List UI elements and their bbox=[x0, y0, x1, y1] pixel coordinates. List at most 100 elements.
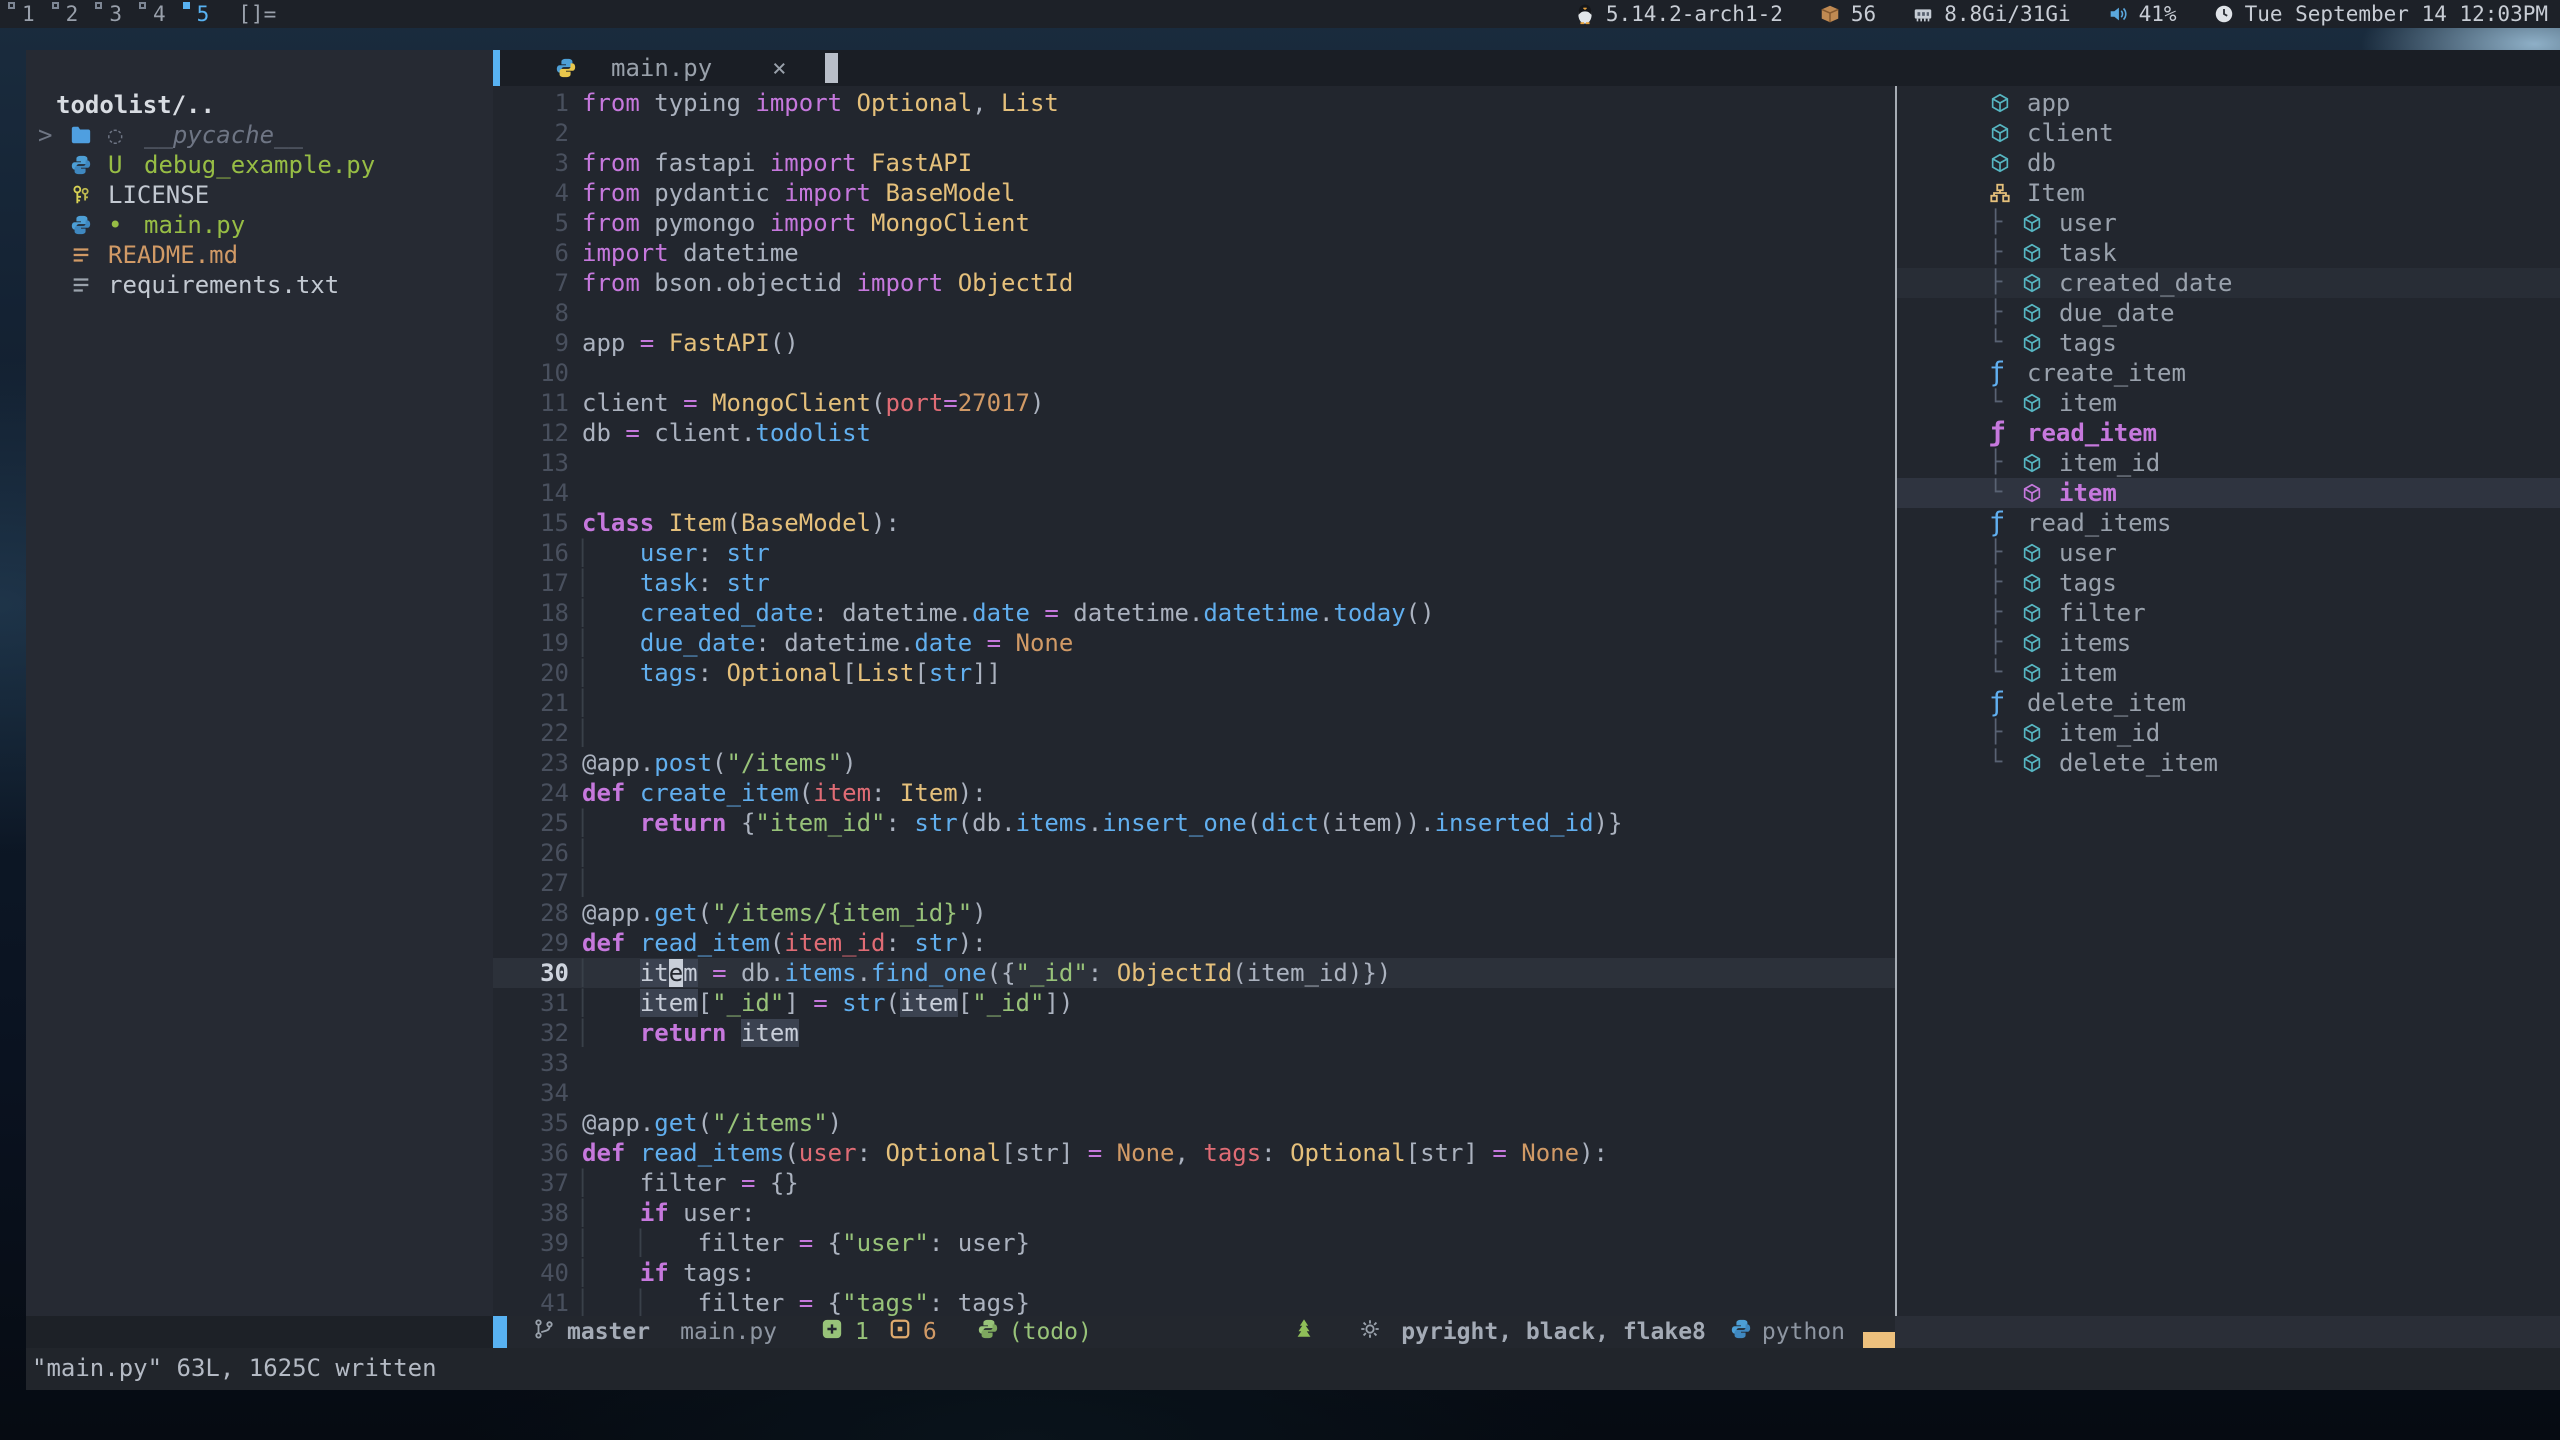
tree-expand-arrow[interactable]: > bbox=[38, 120, 70, 150]
variable-icon bbox=[1989, 152, 2027, 174]
code-line-19[interactable]: 19▏ due_date: datetime.date = None bbox=[493, 628, 1895, 658]
outline-symbol-tags[interactable]: ├tags bbox=[1897, 568, 2560, 598]
workspace-dot bbox=[8, 2, 15, 9]
outline-symbol-created_date[interactable]: ├created_date bbox=[1897, 268, 2560, 298]
code-line-18[interactable]: 18▏ created_date: datetime.date = dateti… bbox=[493, 598, 1895, 628]
variable-icon bbox=[2021, 212, 2059, 234]
tree-item-README.md[interactable]: README.md bbox=[26, 240, 493, 270]
outline-symbol-item[interactable]: └item bbox=[1897, 658, 2560, 688]
outline-symbol-client[interactable]: client bbox=[1897, 118, 2560, 148]
tab-close-icon[interactable]: × bbox=[772, 54, 786, 82]
line-number: 30 bbox=[493, 958, 569, 988]
folder-icon bbox=[70, 124, 108, 146]
outline-symbol-user[interactable]: ├user bbox=[1897, 208, 2560, 238]
code-line-2[interactable]: 2 bbox=[493, 118, 1895, 148]
code-line-14[interactable]: 14 bbox=[493, 478, 1895, 508]
code-line-9[interactable]: 9app = FastAPI() bbox=[493, 328, 1895, 358]
outline-symbol-delete_item[interactable]: ƒdelete_item bbox=[1897, 688, 2560, 718]
git-branch-name: master bbox=[567, 1319, 650, 1345]
code-line-23[interactable]: 23@app.post("/items") bbox=[493, 748, 1895, 778]
workspace-button-3[interactable]: 3 bbox=[91, 0, 135, 28]
lsp-gear-icon bbox=[1359, 1318, 1381, 1346]
outline-symbol-delete_item[interactable]: └delete_item bbox=[1897, 748, 2560, 778]
code-line-32[interactable]: 32▏ return item bbox=[493, 1018, 1895, 1048]
tree-item-__pycache__[interactable]: >◌__pycache__ bbox=[26, 120, 493, 150]
line-number: 29 bbox=[493, 928, 569, 958]
outline-symbol-read_items[interactable]: ƒread_items bbox=[1897, 508, 2560, 538]
tree-item-main.py[interactable]: •main.py bbox=[26, 210, 493, 240]
code-line-27[interactable]: 27▏ bbox=[493, 868, 1895, 898]
line-number: 25 bbox=[493, 808, 569, 838]
outline-symbol-due_date[interactable]: ├due_date bbox=[1897, 298, 2560, 328]
code-line-37[interactable]: 37▏ filter = {} bbox=[493, 1168, 1895, 1198]
tree-item-requirements.txt[interactable]: requirements.txt bbox=[26, 270, 493, 300]
code-line-30[interactable]: 30▏ item = db.items.find_one({"_id": Obj… bbox=[493, 958, 1895, 988]
code-line-34[interactable]: 34 bbox=[493, 1078, 1895, 1108]
code-line-17[interactable]: 17▏ task: str bbox=[493, 568, 1895, 598]
language-python-icon bbox=[1730, 1318, 1752, 1346]
outline-tree-guide: ├ bbox=[1989, 538, 2021, 568]
file-explorer-pane[interactable]: todolist/.. >◌__pycache__Udebug_example.… bbox=[26, 50, 493, 1316]
outline-symbol-filter[interactable]: ├filter bbox=[1897, 598, 2560, 628]
outline-symbol-task[interactable]: ├task bbox=[1897, 238, 2560, 268]
code-line-1[interactable]: 1from typing import Optional, List bbox=[493, 88, 1895, 118]
volume-icon bbox=[2107, 3, 2129, 25]
code-line-20[interactable]: 20▏ tags: Optional[List[str]] bbox=[493, 658, 1895, 688]
scroll-progress-block bbox=[1863, 1332, 1895, 1348]
code-line-12[interactable]: 12db = client.todolist bbox=[493, 418, 1895, 448]
vim-command-line: "main.py" 63L, 1625C written bbox=[26, 1348, 2560, 1390]
code-line-content: ▏ bbox=[569, 838, 596, 868]
code-line-5[interactable]: 5from pymongo import MongoClient bbox=[493, 208, 1895, 238]
code-line-3[interactable]: 3from fastapi import FastAPI bbox=[493, 148, 1895, 178]
workspace-button-5[interactable]: 5 bbox=[179, 0, 223, 28]
outline-symbol-user[interactable]: ├user bbox=[1897, 538, 2560, 568]
tree-item-debug_example.py[interactable]: Udebug_example.py bbox=[26, 150, 493, 180]
code-line-11[interactable]: 11client = MongoClient(port=27017) bbox=[493, 388, 1895, 418]
code-line-31[interactable]: 31▏ item["_id"] = str(item["_id"]) bbox=[493, 988, 1895, 1018]
package-icon bbox=[1819, 3, 1841, 25]
code-line-38[interactable]: 38▏ if user: bbox=[493, 1198, 1895, 1228]
code-line-4[interactable]: 4from pydantic import BaseModel bbox=[493, 178, 1895, 208]
code-line-41[interactable]: 41▏ ▏ filter = {"tags": tags} bbox=[493, 1288, 1895, 1316]
outline-symbol-read_item[interactable]: ƒread_item bbox=[1897, 418, 2560, 448]
code-line-7[interactable]: 7from bson.objectid import ObjectId bbox=[493, 268, 1895, 298]
outline-symbol-create_item[interactable]: ƒcreate_item bbox=[1897, 358, 2560, 388]
system-stat: Tue September 14 12:03PM bbox=[2213, 2, 2548, 26]
outline-symbol-item_id[interactable]: ├item_id bbox=[1897, 448, 2560, 478]
tree-item-LICENSE[interactable]: LICENSE bbox=[26, 180, 493, 210]
code-line-40[interactable]: 40▏ if tags: bbox=[493, 1258, 1895, 1288]
code-line-15[interactable]: 15class Item(BaseModel): bbox=[493, 508, 1895, 538]
outline-symbol-tags[interactable]: └tags bbox=[1897, 328, 2560, 358]
outline-symbol-item[interactable]: └item bbox=[1897, 478, 2560, 508]
code-line-content: ▏ task: str bbox=[569, 568, 770, 598]
outline-symbol-items[interactable]: ├items bbox=[1897, 628, 2560, 658]
symbols-outline-pane[interactable]: appclientdbItem├user├task├created_date├d… bbox=[1897, 86, 2560, 1316]
code-line-35[interactable]: 35@app.get("/items") bbox=[493, 1108, 1895, 1138]
code-line-29[interactable]: 29def read_item(item_id: str): bbox=[493, 928, 1895, 958]
outline-symbol-Item[interactable]: Item bbox=[1897, 178, 2560, 208]
outline-symbol-item[interactable]: └item bbox=[1897, 388, 2560, 418]
code-line-21[interactable]: 21▏ bbox=[493, 688, 1895, 718]
workspace-button-2[interactable]: 2 bbox=[48, 0, 92, 28]
code-line-10[interactable]: 10 bbox=[493, 358, 1895, 388]
code-line-36[interactable]: 36def read_items(user: Optional[str] = N… bbox=[493, 1138, 1895, 1168]
code-line-33[interactable]: 33 bbox=[493, 1048, 1895, 1078]
workspace-button-4[interactable]: 4 bbox=[135, 0, 179, 28]
code-line-39[interactable]: 39▏ ▏ filter = {"user": user} bbox=[493, 1228, 1895, 1258]
code-line-8[interactable]: 8 bbox=[493, 298, 1895, 328]
code-line-25[interactable]: 25▏ return {"item_id": str(db.items.inse… bbox=[493, 808, 1895, 838]
code-line-16[interactable]: 16▏ user: str bbox=[493, 538, 1895, 568]
code-line-22[interactable]: 22▏ bbox=[493, 718, 1895, 748]
code-line-13[interactable]: 13 bbox=[493, 448, 1895, 478]
outline-symbol-item_id[interactable]: ├item_id bbox=[1897, 718, 2560, 748]
workspace-button-1[interactable]: 1 bbox=[4, 0, 48, 28]
outline-symbol-app[interactable]: app bbox=[1897, 88, 2560, 118]
code-line-6[interactable]: 6import datetime bbox=[493, 238, 1895, 268]
buffer-tab-mainpy[interactable]: main.py × bbox=[555, 50, 787, 86]
code-line-26[interactable]: 26▏ bbox=[493, 838, 1895, 868]
outline-symbol-label: delete_item bbox=[2059, 748, 2218, 778]
code-editor-pane[interactable]: 1from typing import Optional, List23from… bbox=[493, 86, 1895, 1316]
outline-symbol-db[interactable]: db bbox=[1897, 148, 2560, 178]
code-line-28[interactable]: 28@app.get("/items/{item_id}") bbox=[493, 898, 1895, 928]
code-line-24[interactable]: 24def create_item(item: Item): bbox=[493, 778, 1895, 808]
